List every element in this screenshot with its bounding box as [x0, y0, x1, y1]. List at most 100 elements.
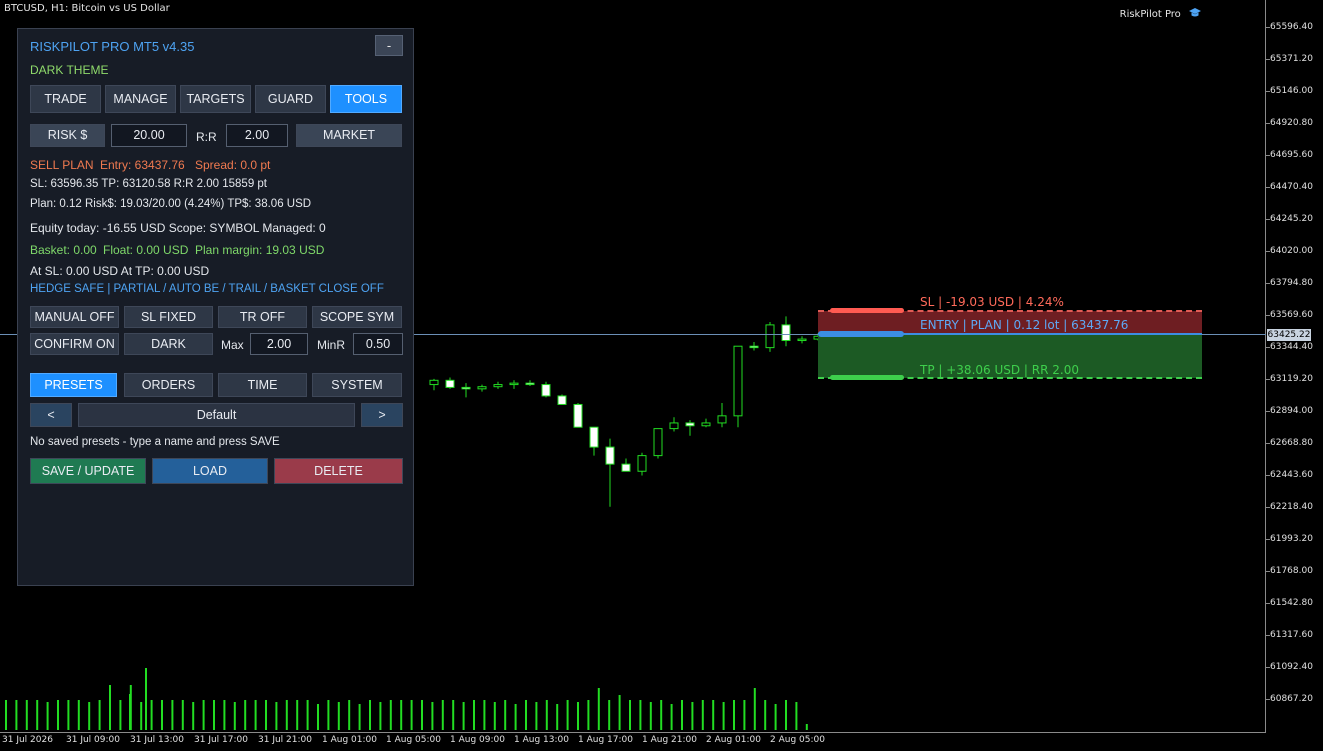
tab-manage[interactable]: MANAGE — [105, 85, 176, 113]
tab-guard[interactable]: GUARD — [255, 85, 326, 113]
tab-tools[interactable]: TOOLS — [330, 85, 402, 113]
preset-next-button[interactable]: > — [361, 403, 403, 427]
time-label: 31 Jul 09:00 — [66, 735, 120, 745]
price-label: 61768.00 — [1270, 566, 1313, 576]
minr-input[interactable]: 0.50 — [353, 333, 403, 355]
scope-button[interactable]: SCOPE SYM — [312, 306, 402, 328]
time-label: 31 Jul 13:00 — [130, 735, 184, 745]
equity-info: Equity today: -16.55 USD Scope: SYMBOL M… — [30, 221, 326, 235]
price-label: 65371.20 — [1270, 54, 1313, 64]
time-axis[interactable]: 31 Jul 2026 31 Jul 09:00 31 Jul 13:00 31 Ju… — [0, 733, 1266, 751]
float-info: Float: 0.00 USD — [103, 243, 189, 257]
candle-body — [653, 428, 663, 457]
candle-body — [765, 324, 775, 349]
price-label: 61993.20 — [1270, 534, 1313, 544]
flags-info: HEDGE SAFE | PARTIAL / AUTO BE / TRAIL /… — [30, 283, 384, 295]
at-sl-tp-info: At SL: 0.00 USD At TP: 0.00 USD — [30, 264, 210, 278]
preset-note: No saved presets - type a name and press… — [30, 436, 280, 448]
manual-toggle-button[interactable]: MANUAL OFF — [30, 306, 119, 328]
plan-spread: Spread: 0.0 pt — [195, 158, 271, 172]
preset-name-input[interactable]: Default — [78, 403, 355, 427]
candle-body — [621, 463, 631, 472]
candle-body — [477, 386, 487, 390]
riskpilot-panel: RISKPILOT PRO MT5 v4.35 - DARK THEME TRA… — [17, 28, 414, 586]
candle-body — [445, 379, 455, 388]
price-axis[interactable]: 65596.40 65371.20 65146.00 64920.80 64695.60… — [1266, 0, 1323, 733]
tab-targets[interactable]: TARGETS — [180, 85, 251, 113]
time-label: 31 Jul 2026 — [2, 735, 53, 745]
rr-label: R:R — [196, 130, 217, 144]
take-profit-drag-handle[interactable] — [830, 375, 904, 380]
time-label: 1 Aug 05:00 — [386, 735, 441, 745]
stop-loss-label: SL | -19.03 USD | 4.24% — [920, 295, 1064, 309]
price-label: 64920.80 — [1270, 118, 1313, 128]
subtab-system[interactable]: SYSTEM — [312, 373, 402, 397]
take-profit-label: TP | +38.06 USD | RR 2.00 — [920, 363, 1079, 377]
time-label: 1 Aug 13:00 — [514, 735, 569, 745]
plan-side: SELL PLAN — [30, 158, 94, 172]
time-label: 2 Aug 05:00 — [770, 735, 825, 745]
panel-title: RISKPILOT PRO MT5 v4.35 — [30, 39, 195, 54]
plan-entry: Entry: 63437.76 — [100, 158, 185, 172]
candle-body — [797, 338, 807, 342]
candle-body — [749, 345, 759, 349]
subtab-time[interactable]: TIME — [218, 373, 307, 397]
stop-loss-drag-handle[interactable] — [830, 308, 904, 313]
candle-body — [573, 403, 583, 428]
candle-body — [605, 446, 615, 465]
entry-drag-handle[interactable] — [818, 331, 904, 337]
preset-prev-button[interactable]: < — [30, 403, 72, 427]
save-update-button[interactable]: SAVE / UPDATE — [30, 458, 146, 484]
delete-button[interactable]: DELETE — [274, 458, 403, 484]
price-label: 63569.60 — [1270, 310, 1313, 320]
price-label: 60867.20 — [1270, 694, 1313, 704]
candle-body — [429, 379, 439, 386]
collapse-button[interactable]: - — [375, 35, 403, 56]
price-label: 64470.40 — [1270, 182, 1313, 192]
price-label: 64695.60 — [1270, 150, 1313, 160]
price-label: 65596.40 — [1270, 22, 1313, 32]
candle-body — [541, 384, 551, 397]
sl-tp-info: SL: 63596.35 TP: 63120.58 R:R 2.00 15859… — [30, 178, 267, 190]
rr-input[interactable]: 2.00 — [226, 124, 288, 147]
theme-label: DARK THEME — [30, 63, 109, 77]
sl-fixed-button[interactable]: SL FIXED — [124, 306, 213, 328]
risk-amount-input[interactable]: 20.00 — [111, 124, 187, 147]
candle-body — [733, 345, 743, 417]
basket-info: Basket: 0.00 — [30, 243, 97, 257]
price-label: 62218.40 — [1270, 502, 1313, 512]
price-label: 61317.60 — [1270, 630, 1313, 640]
load-button[interactable]: LOAD — [152, 458, 268, 484]
max-input[interactable]: 2.00 — [250, 333, 308, 355]
price-label: 64245.20 — [1270, 214, 1313, 224]
time-label: 2 Aug 01:00 — [706, 735, 761, 745]
price-label: 61092.40 — [1270, 662, 1313, 672]
candle-body — [701, 422, 711, 427]
time-label: 31 Jul 21:00 — [258, 735, 312, 745]
tab-trade[interactable]: TRADE — [30, 85, 101, 113]
confirm-toggle-button[interactable]: CONFIRM ON — [30, 333, 119, 355]
entry-label: ENTRY | PLAN | 0.12 lot | 63437.76 — [920, 318, 1129, 332]
candle-body — [685, 422, 695, 427]
max-label: Max — [221, 338, 244, 352]
candle-body — [669, 422, 679, 430]
time-label: 1 Aug 09:00 — [450, 735, 505, 745]
theme-toggle-button[interactable]: DARK — [124, 333, 213, 355]
candle-body — [525, 382, 535, 386]
price-label: 62443.60 — [1270, 470, 1313, 480]
market-button[interactable]: MARKET — [296, 124, 402, 147]
time-label: 1 Aug 01:00 — [322, 735, 377, 745]
price-label: 63344.40 — [1270, 342, 1313, 352]
plan-info: Plan: 0.12 Risk$: 19.03/20.00 (4.24%) TP… — [30, 198, 312, 210]
subtab-presets[interactable]: PRESETS — [30, 373, 117, 397]
candle-body — [781, 324, 791, 342]
candle-body — [461, 386, 471, 390]
risk-mode-button[interactable]: RISK $ — [30, 124, 105, 147]
trail-toggle-button[interactable]: TR OFF — [218, 306, 307, 328]
candle-body — [493, 384, 503, 388]
time-label: 31 Jul 17:00 — [194, 735, 248, 745]
subtab-orders[interactable]: ORDERS — [124, 373, 213, 397]
price-label: 63119.20 — [1270, 374, 1313, 384]
price-label: 64020.00 — [1270, 246, 1313, 256]
time-label: 1 Aug 21:00 — [642, 735, 697, 745]
